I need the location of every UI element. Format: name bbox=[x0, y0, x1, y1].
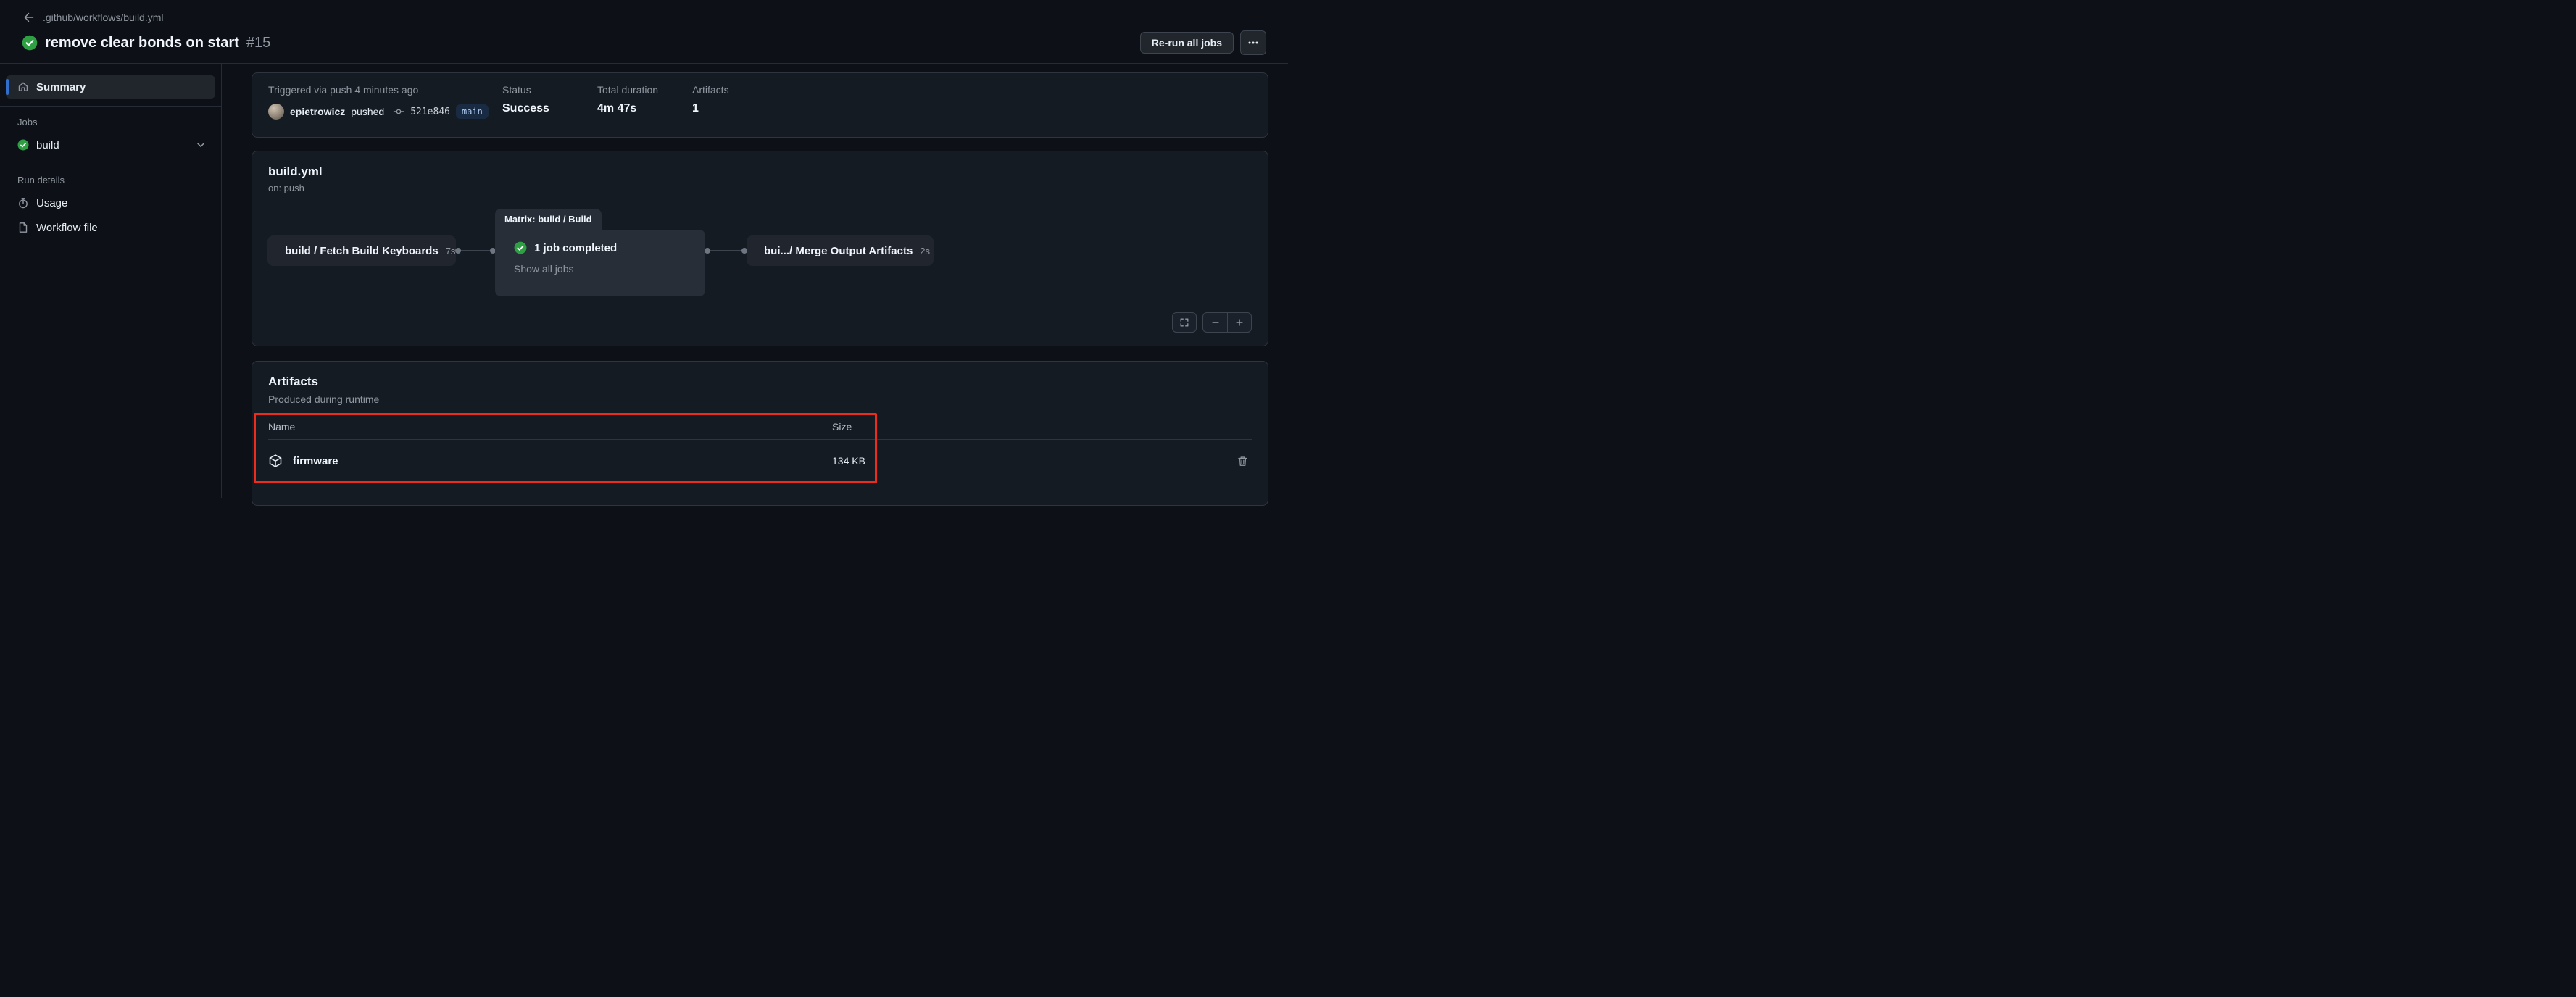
fullscreen-button[interactable] bbox=[1172, 312, 1197, 333]
expand-icon bbox=[1180, 318, 1189, 327]
artifacts-card: Artifacts Produced during runtime Name S… bbox=[252, 361, 1268, 506]
branch-badge[interactable]: main bbox=[455, 104, 489, 119]
artifacts-count-label: Artifacts bbox=[692, 84, 729, 96]
sidebar-jobs-section: Jobs build bbox=[0, 107, 221, 164]
sidebar-item-summary[interactable]: Summary bbox=[6, 75, 215, 99]
chevron-down-icon[interactable] bbox=[195, 139, 207, 151]
package-icon bbox=[269, 454, 282, 467]
zoom-out-icon bbox=[1211, 322, 1219, 323]
title-row: remove clear bonds on start #15 Re-run a… bbox=[22, 30, 1266, 55]
back-button[interactable] bbox=[22, 10, 36, 25]
main-content: Triggered via push 4 minutes ago epietro… bbox=[222, 64, 1288, 506]
artifact-size: 134 KB bbox=[832, 455, 865, 467]
job-node-fetch-build-keyboards[interactable]: build / Fetch Build Keyboards 7s bbox=[267, 235, 456, 266]
run-details-section-label: Run details bbox=[17, 175, 65, 185]
graph-zoom-controls bbox=[1172, 312, 1252, 333]
matrix-summary: 1 job completed bbox=[534, 241, 618, 254]
zoom-button-pair bbox=[1202, 312, 1252, 333]
actor-line: epietrowicz pushed 521e846 main bbox=[268, 104, 502, 120]
row-actions bbox=[1234, 452, 1252, 470]
delete-artifact-button[interactable] bbox=[1234, 452, 1252, 470]
breadcrumb-row: .github/workflows/build.yml bbox=[22, 10, 1266, 25]
zoom-in-button[interactable] bbox=[1227, 312, 1252, 333]
artifacts-subtitle: Produced during runtime bbox=[268, 393, 380, 405]
trigger-block: Triggered via push 4 minutes ago epietro… bbox=[268, 84, 502, 126]
jobs-section-label: Jobs bbox=[17, 117, 38, 128]
matrix-tab-label: Matrix: build / Build bbox=[495, 209, 602, 230]
sidebar-summary-section: Summary bbox=[0, 71, 221, 107]
job-success-check-icon bbox=[514, 241, 527, 254]
artifacts-count-column: Artifacts 1 bbox=[692, 84, 787, 126]
artifact-name-cell: firmware bbox=[268, 454, 832, 468]
workflow-trigger: on: push bbox=[268, 183, 304, 193]
sidebar: Summary Jobs build Run details Usage Wor… bbox=[0, 64, 222, 498]
header-actions: Re-run all jobs bbox=[1139, 30, 1266, 55]
duration-value: 4m 47s bbox=[597, 102, 637, 114]
workflow-file-icon bbox=[19, 222, 28, 233]
show-all-jobs-link[interactable]: Show all jobs bbox=[514, 263, 574, 275]
zoom-in-icon bbox=[1236, 319, 1243, 326]
kebab-menu-button[interactable] bbox=[1240, 30, 1266, 55]
sidebar-item-usage[interactable]: Usage bbox=[6, 191, 215, 214]
connector-dot bbox=[455, 248, 461, 254]
job-node-label: bui.../ Merge Output Artifacts bbox=[764, 244, 913, 257]
run-success-check-icon bbox=[22, 35, 38, 51]
job-success-check-icon bbox=[17, 139, 29, 151]
breadcrumb[interactable]: .github/workflows/build.yml bbox=[43, 12, 164, 23]
workflow-file-title: build.yml bbox=[268, 164, 323, 178]
job-node-label: build / Fetch Build Keyboards bbox=[285, 244, 439, 257]
matrix-group: Matrix: build / Build 1 job completed Sh… bbox=[495, 209, 705, 296]
workflow-graph-card: build.yml on: push build / Fetch Build K… bbox=[252, 151, 1268, 346]
sidebar-item-label: Summary bbox=[36, 80, 86, 93]
avatar[interactable] bbox=[268, 104, 284, 120]
package-icon-wrap bbox=[268, 454, 283, 468]
column-header-name: Name bbox=[268, 420, 296, 433]
connector-dot bbox=[705, 248, 710, 254]
sidebar-item-label: build bbox=[36, 138, 59, 151]
artifact-name-link[interactable]: firmware bbox=[293, 455, 338, 467]
job-node-merge-output-artifacts[interactable]: bui.../ Merge Output Artifacts 2s bbox=[747, 235, 934, 266]
job-node-duration: 2s bbox=[920, 245, 931, 256]
duration-label: Total duration bbox=[597, 84, 659, 96]
actor-name[interactable]: epietrowicz bbox=[290, 106, 345, 117]
table-header-row: Name Size bbox=[268, 414, 1252, 440]
sidebar-run-details-section: Run details Usage Workflow file bbox=[0, 164, 221, 246]
commit-sha-link[interactable]: 521e846 bbox=[410, 107, 450, 117]
stopwatch-icon bbox=[19, 198, 28, 209]
actor-action: pushed bbox=[351, 106, 385, 117]
status-label: Status bbox=[502, 84, 531, 96]
git-commit-icon bbox=[393, 109, 404, 114]
sidebar-job-build[interactable]: build bbox=[6, 133, 215, 157]
artifacts-count-value: 1 bbox=[692, 102, 699, 114]
run-info-card: Triggered via push 4 minutes ago epietro… bbox=[252, 72, 1268, 138]
sidebar-item-label: Workflow file bbox=[36, 221, 98, 234]
artifacts-table: Name Size firmware 134 KB bbox=[268, 414, 1252, 482]
sidebar-item-label: Usage bbox=[36, 196, 68, 209]
zoom-out-button[interactable] bbox=[1202, 312, 1227, 333]
kebab-icon bbox=[1248, 41, 1258, 44]
artifacts-title: Artifacts bbox=[268, 375, 318, 388]
run-number: #15 bbox=[246, 34, 271, 51]
column-header-size: Size bbox=[832, 420, 852, 433]
graph-connector bbox=[458, 250, 493, 251]
arrow-left-icon bbox=[24, 12, 34, 22]
trigger-text: Triggered via push 4 minutes ago bbox=[268, 84, 419, 96]
trash-icon bbox=[1238, 456, 1247, 466]
home-icon bbox=[18, 82, 28, 91]
page-title: remove clear bonds on start bbox=[45, 34, 239, 51]
table-row: firmware 134 KB bbox=[268, 440, 1252, 482]
matrix-body[interactable]: 1 job completed Show all jobs bbox=[495, 230, 705, 296]
status-value: Success bbox=[502, 102, 549, 114]
graph-connector bbox=[707, 250, 744, 251]
job-node-duration: 7s bbox=[445, 245, 456, 256]
status-column: Status Success bbox=[502, 84, 597, 126]
sidebar-item-workflow-file[interactable]: Workflow file bbox=[6, 216, 215, 239]
rerun-all-jobs-button[interactable]: Re-run all jobs bbox=[1139, 32, 1234, 54]
run-header: .github/workflows/build.yml remove clear… bbox=[0, 0, 1288, 64]
duration-column: Total duration 4m 47s bbox=[597, 84, 692, 126]
